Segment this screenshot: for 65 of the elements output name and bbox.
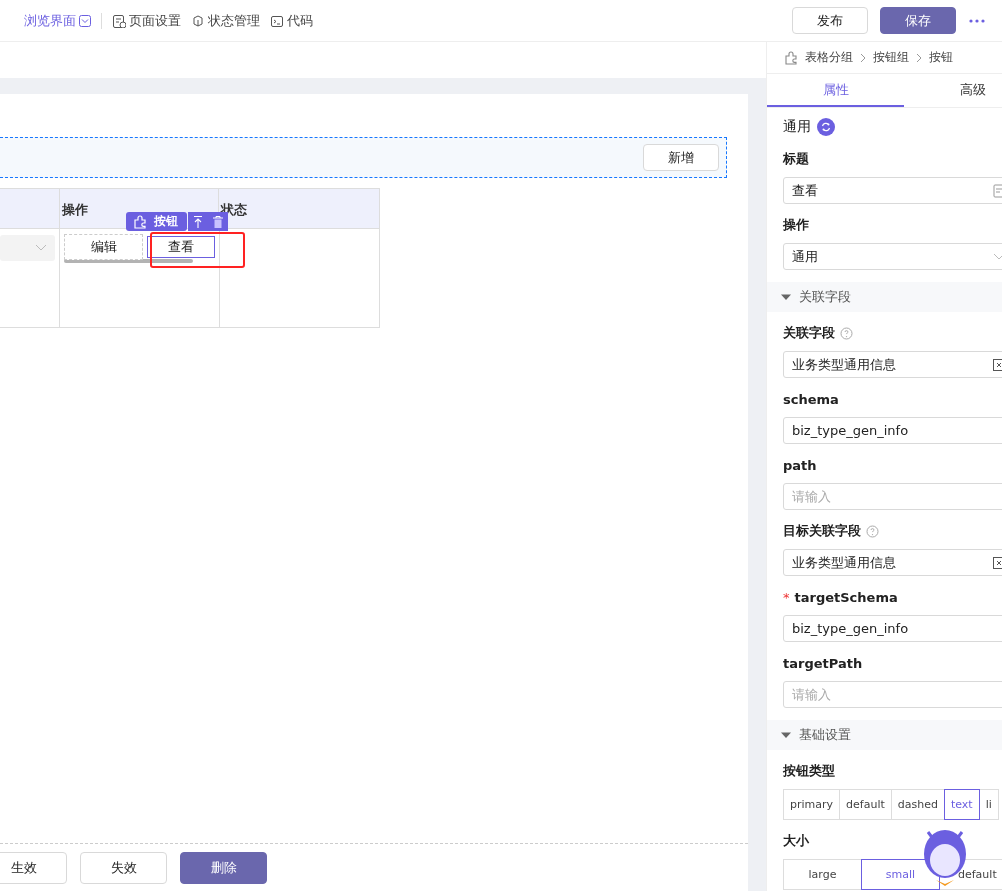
input-field[interactable]: biz_type_gen_info (783, 615, 1002, 642)
edit-button[interactable]: 编辑 (63, 234, 144, 260)
segment-option[interactable]: li (978, 789, 999, 820)
nav-tab[interactable]: 浏览界面 (24, 11, 91, 30)
puzzle-icon (783, 49, 799, 66)
puzzle-icon (132, 213, 148, 230)
dropdown-icon (79, 14, 91, 27)
view-button[interactable]: 查看 (147, 236, 215, 258)
breadcrumb-item[interactable]: 按钮 (929, 49, 953, 66)
field-label: 标题 (783, 150, 809, 168)
add-button[interactable]: 新增 (643, 144, 719, 171)
input-field[interactable]: 业务类型通用信息 (783, 549, 1002, 576)
document-icon (112, 13, 126, 28)
breadcrumb-item[interactable]: 表格分组 (805, 49, 853, 66)
nav-tab[interactable]: 状态管理 (191, 11, 260, 30)
chevron-right-icon (915, 52, 923, 63)
segment-option[interactable]: default (839, 789, 892, 820)
chevron-down-icon (34, 244, 47, 252)
field-label: 关联字段 (783, 324, 835, 342)
caret-down-icon (781, 292, 791, 302)
input-field[interactable]: 请输入 (783, 681, 1002, 708)
sync-icon (817, 118, 835, 136)
nav-tab[interactable]: 代码 (270, 11, 313, 30)
trash-icon (212, 214, 224, 229)
arrow-up-icon (192, 214, 204, 229)
field-label: 目标关联字段 (783, 522, 861, 540)
chevron-right-icon (859, 52, 867, 63)
segment-option[interactable]: large (783, 859, 862, 890)
group-title: 基础设置 (799, 726, 851, 744)
breadcrumb-item[interactable]: 按钮组 (873, 49, 909, 66)
group-header[interactable]: 关联字段 (767, 282, 1002, 312)
input-field[interactable]: 查看 (783, 177, 1002, 204)
publish-button[interactable]: 发布 (792, 7, 868, 34)
terminal-icon (270, 13, 284, 28)
segment-option[interactable]: primary (783, 789, 841, 820)
panel-tab[interactable]: 属性 (767, 74, 904, 107)
field-label: targetPath (783, 655, 863, 671)
section-title: 通用 (783, 118, 811, 136)
select-field[interactable] (0, 235, 55, 261)
field-label: 操作 (783, 216, 809, 234)
group-header[interactable]: 基础设置 (767, 720, 1002, 750)
segment-option[interactable]: text (943, 789, 980, 820)
action-button[interactable]: 失效 (80, 851, 167, 884)
field-label: 大小 (783, 832, 809, 850)
input-field[interactable]: biz_type_gen_info (783, 417, 1002, 444)
delete-button[interactable]: 删除 (180, 851, 267, 884)
field-label: targetSchema (794, 589, 898, 605)
select-field[interactable]: 通用 (783, 243, 1002, 270)
chevron-down-icon (993, 252, 1002, 261)
input-field[interactable]: 业务类型通用信息 (783, 351, 1002, 378)
panel-tab[interactable]: 高级 (904, 74, 1002, 107)
field-label: 按钮类型 (783, 762, 835, 780)
save-button[interactable]: 保存 (880, 7, 956, 34)
scrollbar[interactable] (63, 259, 193, 263)
action-button[interactable]: 生效 (0, 851, 67, 884)
required-mark: * (783, 589, 790, 605)
component-tag[interactable]: 按钮 (126, 212, 187, 231)
group-title: 关联字段 (799, 288, 851, 306)
field-label: path (783, 457, 817, 473)
input-field[interactable]: 请输入 (783, 483, 1002, 510)
field-label: schema (783, 391, 839, 407)
caret-down-icon (781, 730, 791, 740)
nav-tab[interactable]: 页面设置 (112, 11, 181, 30)
more-icon (968, 17, 986, 24)
segment-option[interactable]: dashed (890, 789, 945, 820)
